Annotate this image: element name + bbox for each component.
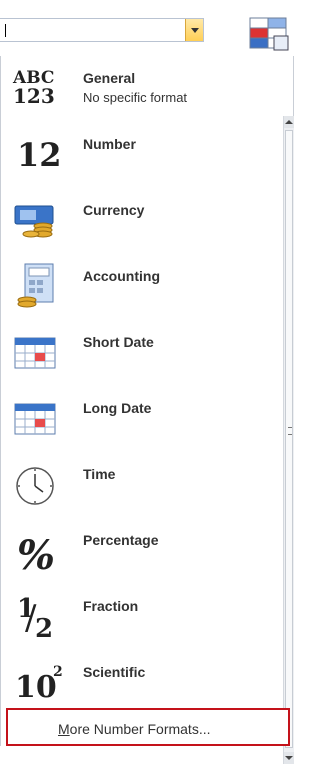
- format-item-fraction[interactable]: 1 / 2 Fraction: [1, 590, 277, 656]
- accounting-icon: [9, 260, 69, 320]
- number-format-bar: [0, 0, 294, 64]
- format-item-general[interactable]: ABC 123 General No specific format: [1, 62, 277, 128]
- number-format-dropdown: ABC 123 General No specific format 12 Nu…: [0, 56, 294, 764]
- more-number-formats-label: More Number Formats...: [58, 721, 211, 737]
- calendar-icon: [9, 326, 69, 386]
- number-format-combo[interactable]: [0, 18, 204, 42]
- format-item-accounting[interactable]: Accounting: [1, 260, 277, 326]
- abc-123-icon: ABC 123: [13, 68, 55, 108]
- format-label: Number: [83, 136, 136, 152]
- format-label: Fraction: [83, 598, 139, 614]
- format-label: Time: [83, 466, 116, 482]
- more-number-formats-button[interactable]: More Number Formats...: [6, 708, 290, 746]
- format-label: General: [83, 70, 136, 86]
- dropdown-scrollbar[interactable]: [283, 116, 294, 764]
- format-label: Currency: [83, 202, 145, 218]
- conditional-formatting-icon[interactable]: [246, 14, 294, 54]
- grip-icon: [288, 427, 292, 435]
- format-label: Accounting: [83, 268, 160, 284]
- format-label: Percentage: [83, 532, 159, 548]
- scientific-icon: 10 2: [15, 664, 63, 705]
- clock-icon: [9, 458, 69, 518]
- text-caret: [5, 24, 6, 37]
- scroll-down-button[interactable]: [284, 752, 294, 764]
- format-description: No specific format: [83, 90, 188, 105]
- format-item-currency[interactable]: Currency: [1, 194, 277, 260]
- format-label: Long Date: [83, 400, 152, 416]
- calendar-icon: [9, 392, 69, 452]
- currency-icon: [9, 194, 69, 254]
- dropdown-arrow-button[interactable]: [185, 19, 203, 41]
- format-item-short-date[interactable]: Short Date: [1, 326, 277, 392]
- percent-icon: %: [17, 532, 56, 579]
- format-item-time[interactable]: Time: [1, 458, 277, 524]
- scroll-thumb[interactable]: [285, 130, 293, 748]
- format-item-number[interactable]: 12 Number: [1, 128, 277, 194]
- scroll-up-button[interactable]: [284, 116, 294, 128]
- format-item-long-date[interactable]: Long Date: [1, 392, 277, 458]
- format-label: Short Date: [83, 334, 154, 350]
- format-label: Scientific: [83, 664, 146, 680]
- number-12-icon: 12: [17, 136, 62, 174]
- fraction-icon: 1 / 2: [17, 594, 54, 644]
- format-item-percentage[interactable]: % Percentage: [1, 524, 277, 590]
